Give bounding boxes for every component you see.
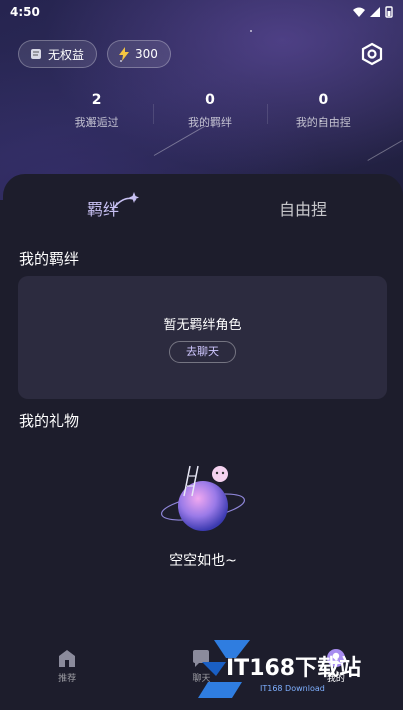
stats-row: 2 我邂逅过 0 我的羁绊 0 我的自由捏 [40,92,380,130]
tab-label: 自由捏 [278,200,327,219]
signal-icon [370,7,380,17]
sparkle-icon [111,192,139,211]
stat-label: 我邂逅过 [74,116,119,129]
gifts-empty-text: 空空如也~ [169,553,237,569]
nav-item-recommend[interactable]: 推荐 [0,648,134,710]
meteor-streak [367,140,403,161]
stat-value: 2 [91,92,102,108]
watermark-subtext: IT168 Download [260,684,325,693]
go-chat-button[interactable]: 去聊天 [169,341,236,363]
stat-label: 我的羁绊 [187,116,232,129]
empty-planet-illustration [160,465,246,531]
tab-bonds[interactable]: 羁绊 [3,192,203,220]
bonds-section-title: 我的羁绊 [19,250,80,268]
gifts-section-title: 我的礼物 [19,412,80,430]
star-dot [250,30,252,32]
tab-bar: 羁绊 自由捏 [3,192,403,220]
watermark-text: IT168下载站 [226,656,362,681]
wifi-icon [353,7,365,17]
tab-custom[interactable]: 自由捏 [203,196,403,220]
stat-bonds[interactable]: 0 我的羁绊 [153,92,266,130]
content-sheet: 羁绊 自由捏 我的羁绊 暂无羁绊角色 去聊天 我的礼物 空空如也~ [3,174,403,710]
top-bar: 无权益 300 [18,40,171,68]
battery-icon [385,6,393,18]
bonds-empty-card: 暂无羁绊角色 去聊天 [18,276,387,399]
lightning-icon [119,47,130,61]
energy-count: 300 [135,47,158,61]
energy-pill[interactable]: 300 [107,40,171,68]
status-time: 4:50 [10,5,40,19]
home-icon [59,650,76,667]
watermark-logo: IT168下载站 IT168 Download [196,636,401,706]
stat-value: 0 [205,92,215,108]
bonds-empty-text: 暂无羁绊角色 [163,318,242,333]
status-bar: 4:50 [0,0,403,24]
stat-value: 0 [318,92,329,108]
stat-custom[interactable]: 0 我的自由捏 [266,92,380,130]
scroll-icon [31,49,41,59]
stat-encountered[interactable]: 2 我邂逅过 [40,92,153,130]
benefit-pill[interactable]: 无权益 [18,40,98,68]
status-icons [353,6,393,18]
stat-label: 我的自由捏 [295,116,351,129]
benefit-label: 无权益 [48,47,85,62]
settings-icon[interactable] [360,42,384,66]
nav-label: 推荐 [58,674,77,684]
